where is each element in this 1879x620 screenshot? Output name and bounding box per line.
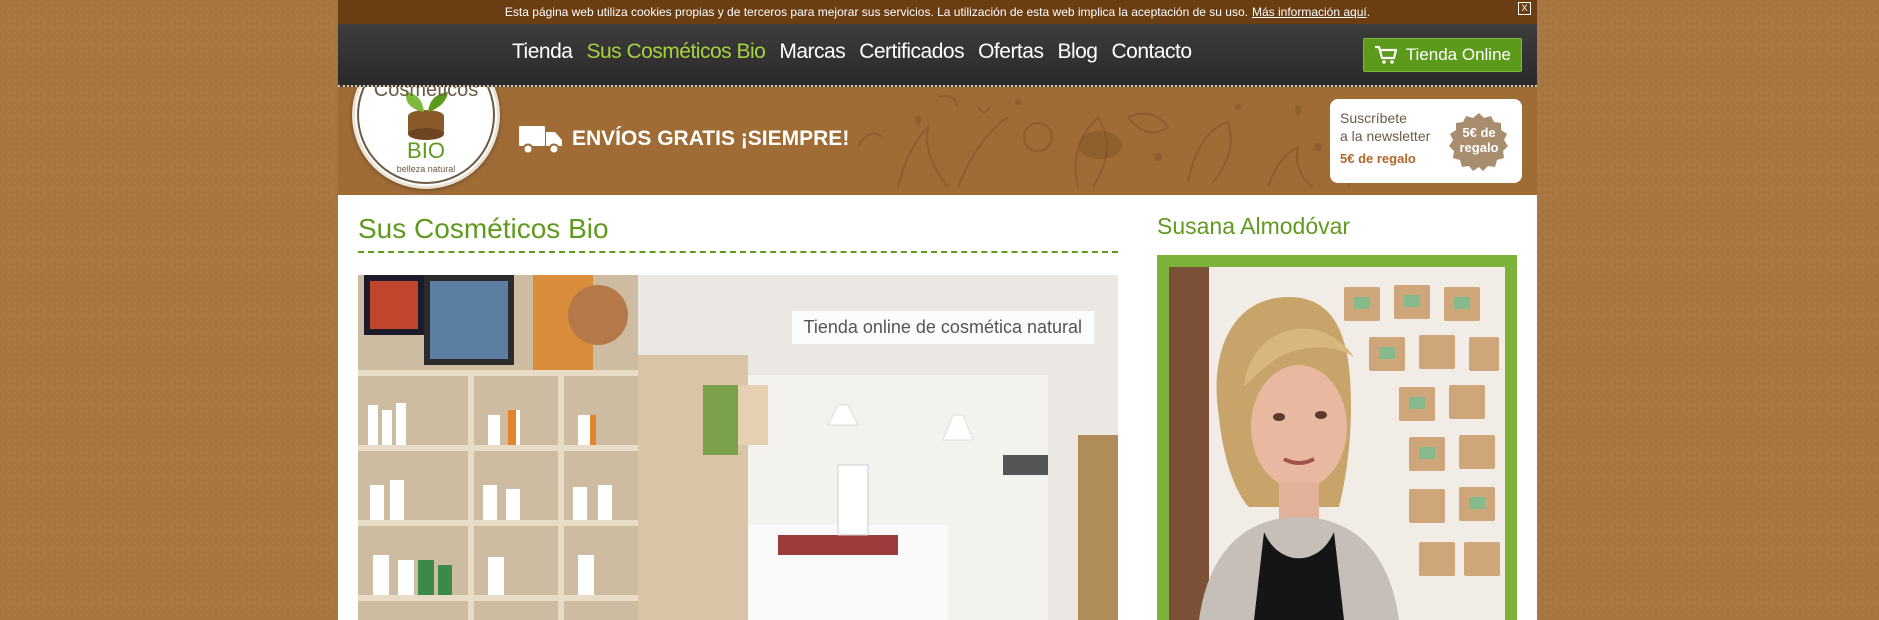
cookie-suffix: . — [1366, 5, 1371, 19]
profile-photo — [1169, 267, 1505, 620]
newsletter-line1: Suscríbete — [1340, 110, 1407, 126]
gift-badge-text: 5€ de regalo — [1448, 125, 1510, 155]
free-shipping-text: ENVÍOS GRATIS ¡SIEMPRE! — [572, 127, 850, 150]
portrait-illustration — [1169, 267, 1505, 620]
cart-icon — [1374, 45, 1398, 65]
cookie-close-button[interactable]: X — [1518, 2, 1531, 15]
free-shipping-banner: ENVÍOS GRATIS ¡SIEMPRE! — [518, 123, 849, 155]
gift-badge: 5€ de regalo — [1448, 111, 1510, 173]
profile-photo-frame — [1157, 255, 1517, 620]
site-logo[interactable]: Sus Cosméticos BIO belleza natural — [352, 87, 500, 189]
cookie-text: Esta página web utiliza cookies propias … — [504, 5, 1248, 19]
cookie-more-info-link[interactable]: Más información aquí — [1252, 5, 1367, 19]
store-photo: Tienda online de cosmética natural — [358, 275, 1118, 620]
logo-top-text: Sus Cosméticos — [373, 87, 479, 101]
header-banner: Sus Cosméticos BIO belleza natural ENVÍO… — [338, 87, 1537, 195]
main-content: Sus Cosméticos Bio Tienda online de cosm… — [338, 195, 1537, 620]
nav-item-tienda[interactable]: Tienda — [512, 40, 573, 64]
badge-line1: 5€ de — [1462, 125, 1496, 140]
cookie-bar: Esta página web utiliza cookies propias … — [338, 0, 1537, 24]
sidebar-title: Susana Almodóvar — [1157, 213, 1351, 239]
nav-item-marcas[interactable]: Marcas — [779, 40, 845, 64]
image-caption: Tienda online de cosmética natural — [791, 311, 1094, 344]
main-nav: Tienda Sus Cosméticos Bio Marcas Certifi… — [338, 24, 1537, 87]
online-shop-button[interactable]: Tienda Online — [1362, 38, 1522, 72]
newsletter-signup-box[interactable]: Suscríbete a la newsletter 5€ de regalo … — [1330, 99, 1522, 183]
nav-item-contacto[interactable]: Contacto — [1111, 40, 1192, 64]
nav-item-blog[interactable]: Blog — [1057, 40, 1098, 64]
badge-line2: regalo — [1459, 140, 1499, 155]
truck-icon — [518, 123, 564, 155]
nav-menu: Tienda Sus Cosméticos Bio Marcas Certifi… — [512, 40, 1206, 64]
nav-item-certificados[interactable]: Certificados — [859, 40, 964, 64]
logo-bio-text: BIO — [407, 138, 445, 163]
online-shop-label: Tienda Online — [1405, 45, 1511, 64]
newsletter-line3: 5€ de regalo — [1340, 151, 1416, 166]
nav-item-sus-cosmeticos-bio[interactable]: Sus Cosméticos Bio — [586, 40, 765, 64]
newsletter-line2: a la newsletter — [1340, 128, 1431, 144]
page-title: Sus Cosméticos Bio — [358, 213, 1118, 253]
logo-tagline: belleza natural — [396, 164, 456, 174]
nav-item-ofertas[interactable]: Ofertas — [978, 40, 1044, 64]
